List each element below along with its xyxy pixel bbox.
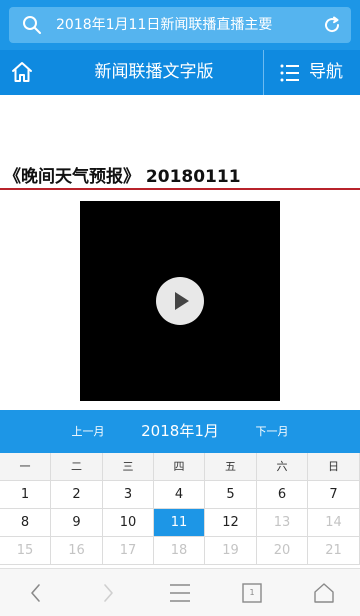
menu-list-icon (280, 64, 299, 82)
next-month-button[interactable]: 下一月 (242, 410, 302, 453)
calendar-grid: 一二三四五六日 1 2 3 4 5 6 7 8 9 10 11 12 13 14 15 16 17 18 19 20 21 (0, 453, 360, 565)
search-box[interactable]: 2018年1月11日新闻联播直播主要 (9, 7, 351, 43)
calendar-day[interactable]: 10 (103, 509, 154, 537)
home-outline-icon (314, 583, 334, 603)
calendar-day-disabled: 17 (103, 537, 154, 565)
calendar-day[interactable]: 7 (308, 481, 360, 509)
calendar-day[interactable]: 1 (0, 481, 51, 509)
page-title: 《晚间天气预报》 20180111 (4, 167, 241, 187)
calendar-month-label: 2018年1月 (141, 422, 219, 440)
calendar-day[interactable]: 9 (51, 509, 103, 537)
calendar-day-disabled: 13 (257, 509, 308, 537)
calendar-day[interactable]: 2 (51, 481, 103, 509)
calendar-header: 上一月 2018年1月 下一月 (0, 410, 360, 453)
tabs-count: 1 (249, 588, 255, 597)
bottom-toolbar: 1 (0, 568, 360, 616)
home-icon (12, 62, 32, 82)
calendar-day-disabled: 21 (308, 537, 360, 565)
back-button[interactable] (0, 569, 72, 616)
calendar-day-selected[interactable]: 11 (154, 509, 205, 537)
weekday-label: 日 (308, 453, 360, 481)
weekday-label: 六 (257, 453, 308, 481)
calendar-week-row: 15 16 17 18 19 20 21 (0, 537, 360, 565)
search-icon[interactable] (22, 15, 42, 35)
weekday-label: 三 (103, 453, 154, 481)
prev-month-button[interactable]: 上一月 (58, 410, 118, 453)
play-button[interactable] (156, 277, 204, 325)
calendar-day-disabled: 19 (205, 537, 257, 565)
chevron-left-icon (31, 584, 40, 602)
calendar-day[interactable]: 8 (0, 509, 51, 537)
calendar-weekday-row: 一二三四五六日 (0, 453, 360, 481)
search-input[interactable]: 2018年1月11日新闻联播直播主要 (56, 7, 311, 43)
calendar-day[interactable]: 6 (257, 481, 308, 509)
calendar-day-disabled: 14 (308, 509, 360, 537)
menu-button[interactable] (144, 569, 216, 616)
video-player[interactable] (80, 201, 280, 401)
calendar-day-disabled: 16 (51, 537, 103, 565)
chevron-right-icon (104, 584, 113, 602)
calendar-day[interactable]: 4 (154, 481, 205, 509)
header-title: 新闻联播文字版 (94, 62, 214, 82)
home-nav-button[interactable] (288, 569, 360, 616)
nav-label: 导航 (309, 62, 343, 82)
calendar-day-disabled: 20 (257, 537, 308, 565)
hamburger-icon (170, 584, 190, 602)
calendar-day-disabled: 15 (0, 537, 51, 565)
calendar-day-disabled: 18 (154, 537, 205, 565)
weekday-label: 四 (154, 453, 205, 481)
refresh-icon[interactable] (322, 15, 342, 35)
weekday-label: 二 (51, 453, 103, 481)
search-bar: 2018年1月11日新闻联播直播主要 (0, 0, 360, 50)
calendar-day[interactable]: 5 (205, 481, 257, 509)
app-header: 新闻联播文字版 导航 (0, 50, 360, 95)
title-divider (0, 188, 360, 190)
calendar-week-row: 1234567 (0, 481, 360, 509)
play-icon (175, 292, 189, 310)
calendar-day[interactable]: 3 (103, 481, 154, 509)
calendar-week-row: 8 9 10 11 12 13 14 (0, 509, 360, 537)
weekday-label: 一 (0, 453, 51, 481)
nav-button[interactable]: 导航 (264, 50, 360, 95)
calendar-day[interactable]: 12 (205, 509, 257, 537)
forward-button[interactable] (72, 569, 144, 616)
weekday-label: 五 (205, 453, 257, 481)
tabs-button[interactable]: 1 (216, 569, 288, 616)
home-button[interactable] (0, 50, 45, 95)
